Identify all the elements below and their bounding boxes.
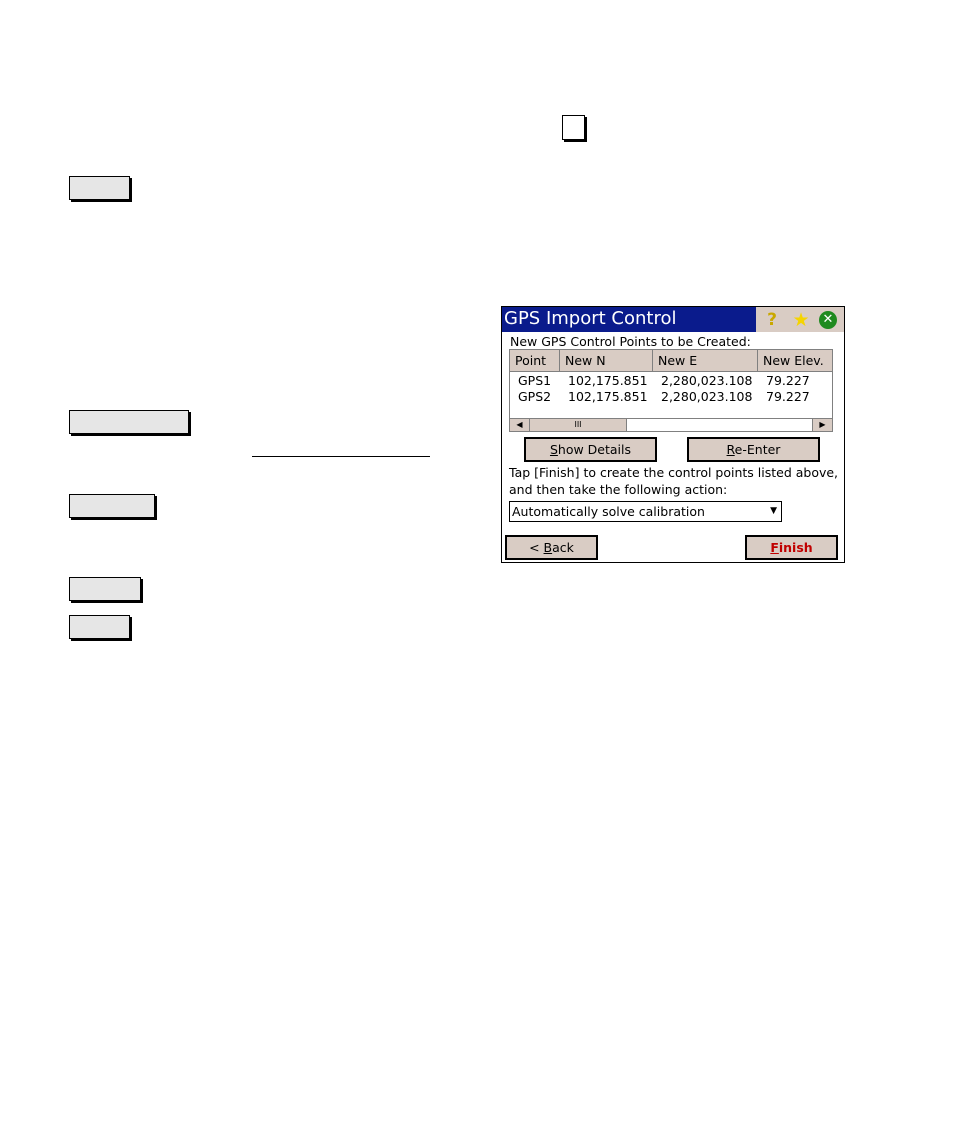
- show-details-mnemonic: S: [549, 442, 558, 457]
- show-details-label: how Details: [557, 442, 632, 457]
- finish-label: inish: [778, 540, 813, 555]
- finish-button[interactable]: Finish: [745, 535, 838, 560]
- column-header-new-n[interactable]: New N: [560, 350, 653, 372]
- back-prefix: <: [529, 540, 544, 555]
- table-row[interactable]: GPS2 102,175.851 2,280,023.108 79.227: [510, 389, 832, 405]
- cell-point: GPS1: [518, 373, 552, 388]
- doc-field-placeholder-1: [69, 176, 130, 200]
- table-row[interactable]: GPS1 102,175.851 2,280,023.108 79.227: [510, 373, 832, 389]
- horizontal-scrollbar[interactable]: ◀ III ▶: [510, 418, 832, 431]
- show-details-button[interactable]: Show Details: [524, 437, 657, 462]
- column-header-point[interactable]: Point: [510, 350, 560, 372]
- re-enter-button[interactable]: Re-Enter: [687, 437, 820, 462]
- instruction-line-2: and then take the following action:: [509, 482, 728, 497]
- re-enter-mnemonic: R: [726, 442, 735, 457]
- back-button[interactable]: < Back: [505, 535, 598, 560]
- action-dropdown-value: Automatically solve calibration: [512, 504, 705, 519]
- doc-field-placeholder-4: [69, 577, 141, 601]
- control-points-table[interactable]: Point New N New E New Elev. GPS1 102,175…: [509, 349, 833, 432]
- cell-new-n: 102,175.851: [568, 389, 648, 404]
- scroll-left-arrow-icon[interactable]: ◀: [510, 419, 530, 431]
- doc-field-placeholder-2: [69, 410, 189, 434]
- chevron-down-icon[interactable]: ▼: [770, 504, 777, 519]
- title-icon-group: ? ★ ✕: [756, 307, 844, 332]
- cell-new-n: 102,175.851: [568, 373, 648, 388]
- cell-point: GPS2: [518, 389, 552, 404]
- section-label: New GPS Control Points to be Created:: [510, 334, 751, 349]
- help-icon[interactable]: ?: [762, 310, 782, 330]
- re-enter-label: e-Enter: [734, 442, 781, 457]
- favorites-star-icon[interactable]: ★: [791, 310, 811, 330]
- finish-mnemonic: F: [770, 540, 779, 555]
- doc-field-placeholder-3: [69, 494, 155, 518]
- dialog-title: GPS Import Control: [504, 308, 677, 329]
- cell-new-e: 2,280,023.108: [661, 389, 753, 404]
- action-dropdown[interactable]: Automatically solve calibration ▼: [509, 501, 782, 522]
- cell-new-elev: 79.227: [766, 389, 810, 404]
- back-label: ack: [552, 540, 574, 555]
- back-mnemonic: B: [543, 540, 553, 555]
- column-header-new-elev[interactable]: New Elev.: [758, 350, 832, 372]
- doc-field-placeholder-5: [69, 615, 130, 639]
- table-header: Point New N New E New Elev.: [510, 350, 832, 372]
- gps-import-control-dialog: GPS Import Control ? ★ ✕ New GPS Control…: [501, 306, 845, 563]
- column-header-new-e[interactable]: New E: [653, 350, 758, 372]
- scroll-right-arrow-icon[interactable]: ▶: [812, 419, 832, 431]
- instruction-line-1: Tap [Finish] to create the control point…: [509, 465, 839, 480]
- scrollbar-thumb[interactable]: III: [530, 419, 627, 431]
- cell-new-elev: 79.227: [766, 373, 810, 388]
- close-icon[interactable]: ✕: [819, 311, 837, 329]
- doc-checkbox-placeholder: [562, 115, 585, 140]
- doc-underline-rule: [252, 456, 430, 457]
- cell-new-e: 2,280,023.108: [661, 373, 753, 388]
- title-bar: GPS Import Control ? ★ ✕: [502, 307, 844, 332]
